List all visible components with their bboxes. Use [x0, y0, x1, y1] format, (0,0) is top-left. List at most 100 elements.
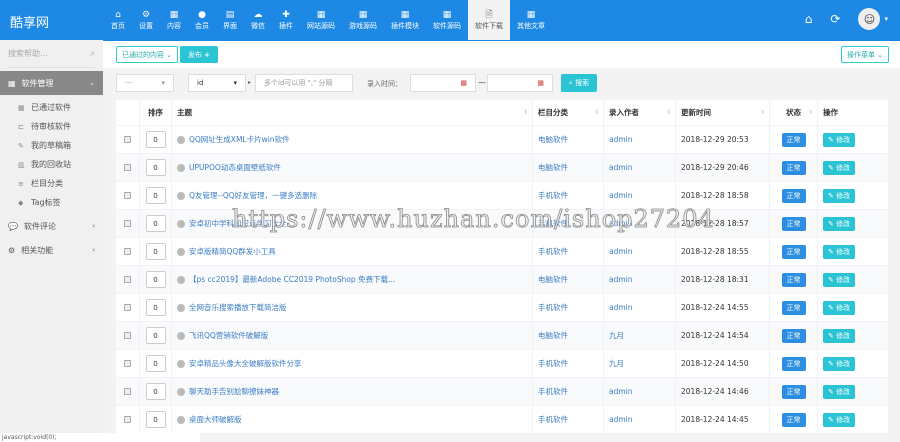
row-checkbox[interactable]	[124, 164, 131, 171]
title-link[interactable]: QQ网址生成XML卡片win软件	[189, 134, 290, 145]
status-badge[interactable]: 正常	[781, 356, 806, 371]
status-badge[interactable]: 正常	[781, 328, 806, 343]
row-checkbox[interactable]	[124, 220, 131, 227]
status-badge[interactable]: 正常	[781, 244, 806, 259]
order-input[interactable]: 0	[145, 159, 166, 176]
row-checkbox[interactable]	[124, 388, 131, 395]
status-badge[interactable]: 正常	[781, 384, 806, 399]
sidebar-item[interactable]: ▥ 我的回收站	[0, 155, 103, 174]
author-link[interactable]: admin	[609, 387, 633, 396]
author-link[interactable]: 九月	[609, 330, 624, 341]
category-link[interactable]: 电脑软件	[538, 134, 568, 145]
row-checkbox[interactable]	[124, 304, 131, 311]
edit-button[interactable]: ✎ 修改	[823, 300, 856, 315]
edit-button[interactable]: ✎ 修改	[823, 188, 856, 203]
author-link[interactable]: 九月	[609, 358, 624, 369]
edit-button[interactable]: ✎ 修改	[823, 160, 856, 175]
field-select[interactable]: id ▾	[188, 74, 246, 92]
row-checkbox[interactable]	[124, 332, 131, 339]
status-badge[interactable]: 正常	[781, 300, 806, 315]
category-link[interactable]: 手机软件	[538, 358, 568, 369]
edit-button[interactable]: ✎ 修改	[823, 356, 856, 371]
sidebar-item[interactable]: ✎ 我的草稿箱	[0, 136, 103, 155]
nav-item[interactable]: ⚙ 设置	[132, 0, 160, 40]
order-input[interactable]: 0	[145, 383, 166, 400]
order-input[interactable]: 0	[145, 243, 166, 260]
title-link[interactable]: 全网音乐搜索播放下载简洁版	[189, 302, 287, 313]
column-header[interactable]: 状态 ⇕	[770, 100, 818, 125]
row-checkbox[interactable]	[124, 276, 131, 283]
nav-item[interactable]: ▦ 软件源码	[426, 0, 468, 40]
nav-item[interactable]: ▦ 网站源码	[300, 0, 342, 40]
column-header[interactable]: 主题 ⇕	[172, 100, 533, 125]
order-input[interactable]: 0	[145, 215, 166, 232]
sort-icon[interactable]: ⇕	[808, 109, 813, 116]
author-link[interactable]: admin	[609, 303, 633, 312]
title-link[interactable]: 安卓精品头像大全破解版软件分享	[189, 358, 302, 369]
search-button[interactable]: ⌕ 搜索	[561, 74, 597, 92]
order-input[interactable]: 0	[145, 187, 166, 204]
status-badge[interactable]: 正常	[781, 272, 806, 287]
publish-button[interactable]: 发布 +	[180, 46, 218, 63]
title-link[interactable]: 安卓初中学科知识点学习大全	[189, 218, 287, 229]
order-input[interactable]: 0	[145, 271, 166, 288]
nav-item[interactable]: ☁ 微信	[244, 0, 272, 40]
author-link[interactable]: admin	[609, 247, 633, 256]
search-icon[interactable]: ⌕	[91, 49, 95, 59]
title-link[interactable]: 安卓版精简QQ群发小工具	[189, 246, 276, 257]
author-link[interactable]: admin	[609, 415, 633, 424]
author-link[interactable]: admin	[609, 191, 633, 200]
start-date-input[interactable]: ▦	[410, 74, 476, 92]
ids-input[interactable]: 多个id可以用 "," 分隔	[255, 74, 353, 92]
column-header[interactable]: 栏目分类 ⇕	[533, 100, 604, 125]
row-checkbox[interactable]	[124, 360, 131, 367]
sort-icon[interactable]: ⇕	[594, 109, 599, 116]
column-header[interactable]: 录入作者 ⇕	[604, 100, 676, 125]
category-link[interactable]: 电脑软件	[538, 162, 568, 173]
category-link[interactable]: 电脑软件	[538, 330, 568, 341]
row-checkbox[interactable]	[124, 192, 131, 199]
status-badge[interactable]: 正常	[781, 216, 806, 231]
sidebar-item[interactable]: ⊏ 待审核软件	[0, 117, 103, 136]
filter-select[interactable]: --- ▾	[116, 74, 174, 92]
end-date-input[interactable]: ▦	[487, 74, 553, 92]
sidebar-group-comments[interactable]: 💬 软件评论 ‹	[0, 214, 103, 238]
sidebar-item[interactable]: ▦ 已通过软件	[0, 98, 103, 117]
title-link[interactable]: 【ps cc2019】最新Adobe CC2019 PhotoShop 免费下载…	[189, 274, 395, 285]
sidebar-item[interactable]: ≡ 栏目分类	[0, 174, 103, 193]
edit-button[interactable]: ✎ 修改	[823, 244, 856, 259]
row-checkbox[interactable]	[124, 136, 131, 143]
sidebar-search[interactable]: 搜索帮助... ⌕	[8, 40, 95, 68]
row-checkbox[interactable]	[124, 416, 131, 423]
edit-button[interactable]: ✎ 修改	[823, 132, 856, 147]
nav-item[interactable]: ▦ 内容	[160, 0, 188, 40]
edit-button[interactable]: ✎ 修改	[823, 384, 856, 399]
user-menu[interactable]: ☺ ▾	[858, 8, 888, 30]
category-link[interactable]: 手机软件	[538, 190, 568, 201]
edit-button[interactable]: ✎ 修改	[823, 272, 856, 287]
title-link[interactable]: 飞讯QQ营销软件破解版	[189, 330, 268, 341]
category-link[interactable]: 手机软件	[538, 386, 568, 397]
sidebar-group-related[interactable]: ⚙ 相关功能 ‹	[0, 238, 103, 262]
order-input[interactable]: 0	[145, 299, 166, 316]
status-badge[interactable]: 正常	[781, 412, 806, 427]
order-input[interactable]: 0	[145, 411, 166, 428]
category-link[interactable]: 手机软件	[538, 414, 568, 425]
nav-item[interactable]: 🗎 软件下载	[468, 0, 510, 40]
sidebar-group-software[interactable]: ▦ 软件管理 ⌄	[0, 71, 103, 95]
category-link[interactable]: 手机软件	[538, 302, 568, 313]
refresh-icon[interactable]: ⟳	[830, 12, 840, 26]
category-link[interactable]: 手机软件	[538, 218, 568, 229]
author-link[interactable]: admin	[609, 135, 633, 144]
author-link[interactable]: admin	[609, 163, 633, 172]
author-link[interactable]: admin	[609, 275, 633, 284]
batch-menu-button[interactable]: 操作菜单 ⌄	[841, 46, 889, 63]
sidebar-item[interactable]: ◆ Tag标签	[0, 193, 103, 212]
order-input[interactable]: 0	[145, 327, 166, 344]
author-link[interactable]: admin	[609, 219, 633, 228]
column-header[interactable]: 更新时间 ⇕	[676, 100, 770, 125]
nav-item[interactable]: ⌂ 首页	[104, 0, 132, 40]
content-filter-dropdown[interactable]: 已通过的内容 ⌄	[116, 46, 178, 63]
nav-item[interactable]: ✚ 插件	[272, 0, 300, 40]
status-badge[interactable]: 正常	[781, 132, 806, 147]
